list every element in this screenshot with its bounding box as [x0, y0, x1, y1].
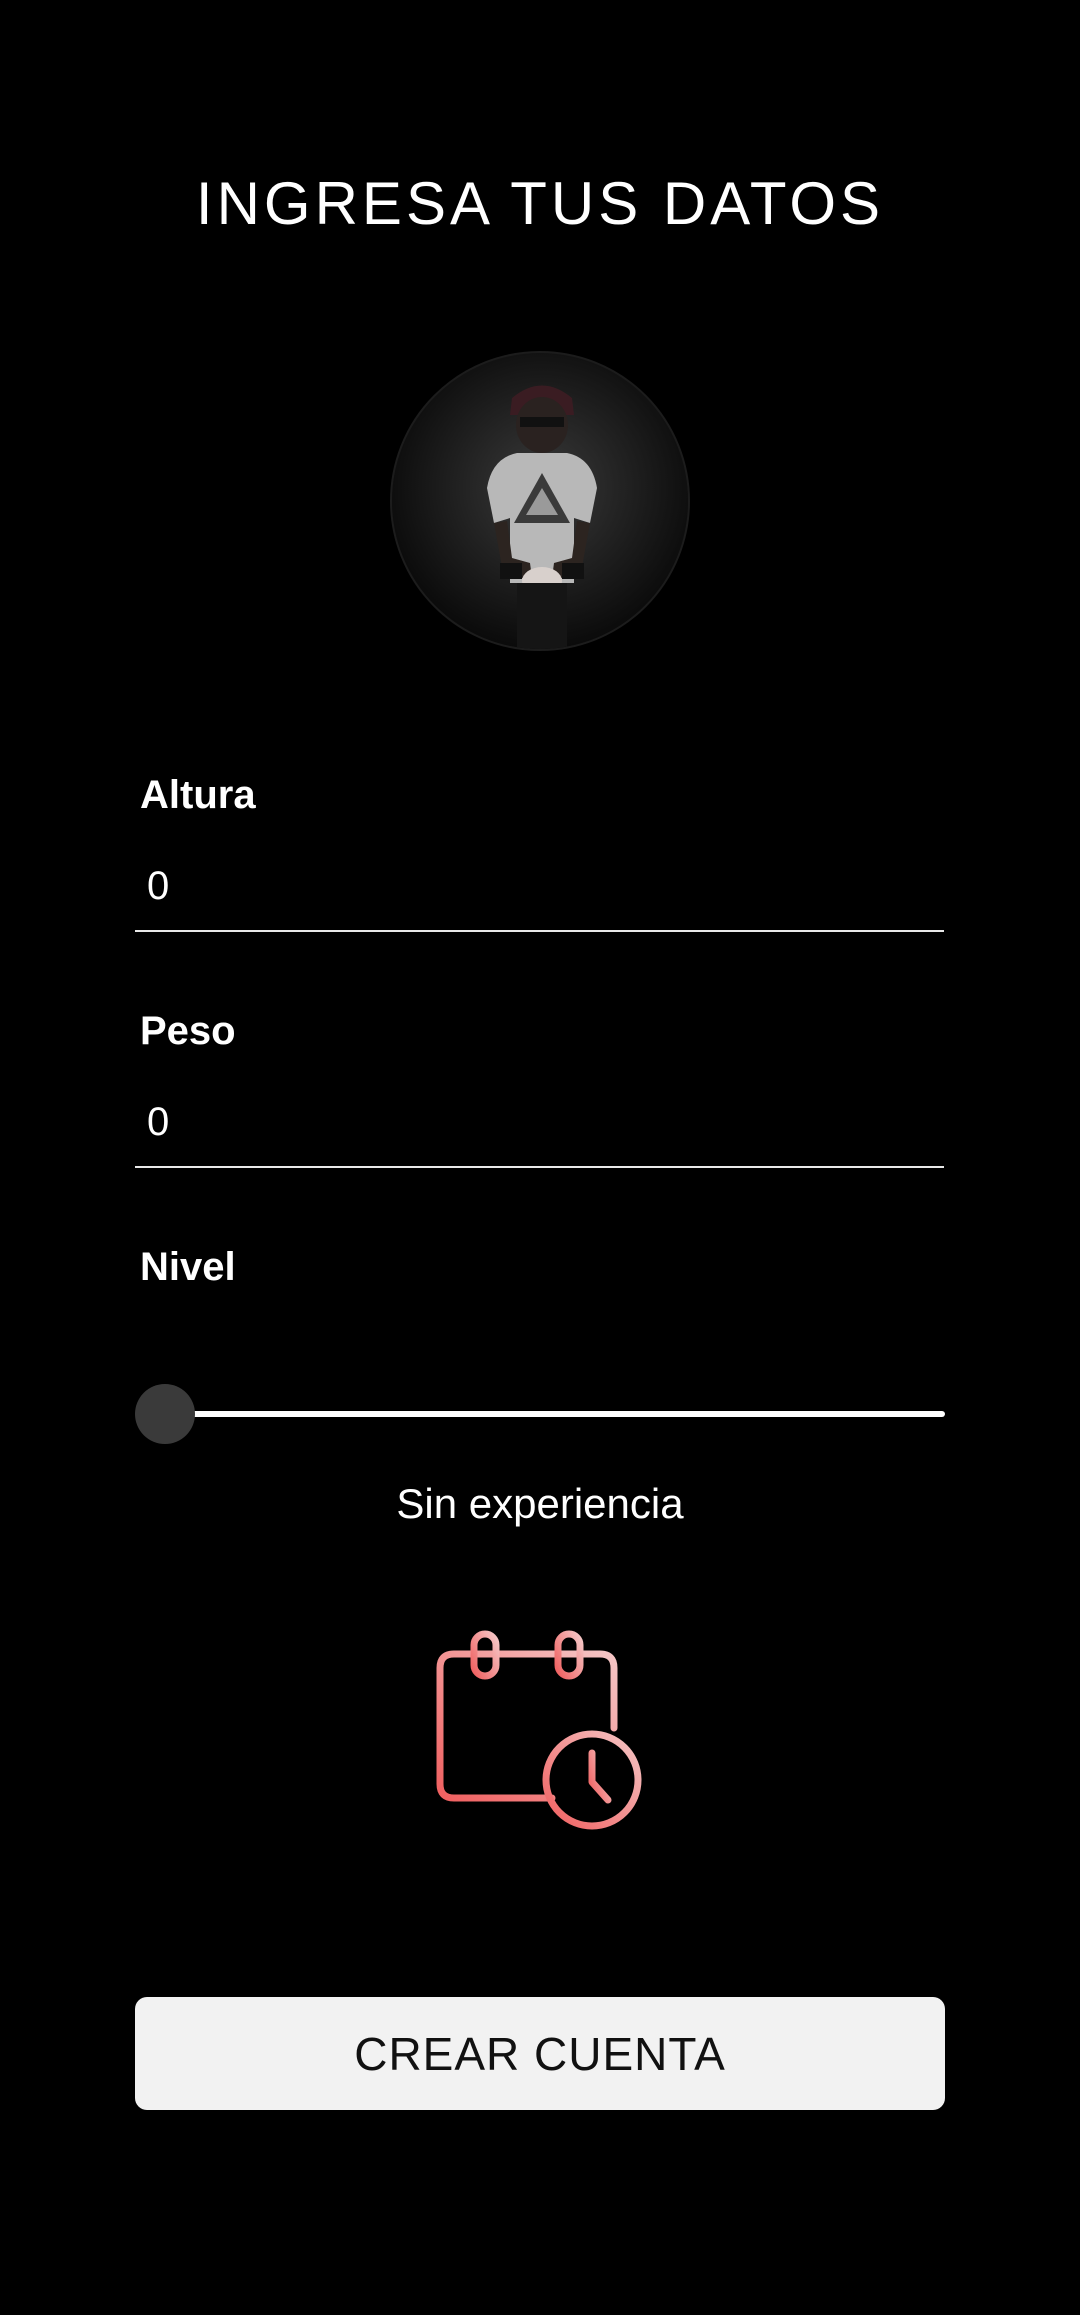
- level-slider[interactable]: [135, 1384, 945, 1444]
- height-label: Altura: [140, 773, 256, 817]
- height-input[interactable]: [135, 842, 944, 932]
- avatar[interactable]: [390, 351, 690, 651]
- slider-thumb[interactable]: [135, 1384, 195, 1444]
- page-title: INGRESA TUS DATOS: [195, 170, 885, 237]
- create-account-button[interactable]: CREAR CUENTA: [135, 1997, 945, 2110]
- calendar-clock-icon: [436, 1630, 642, 1830]
- slider-track[interactable]: [155, 1411, 945, 1417]
- person-photo-icon: [392, 353, 688, 649]
- level-label: Nivel: [140, 1245, 236, 1289]
- weight-label: Peso: [140, 1009, 236, 1053]
- weight-input[interactable]: [135, 1078, 944, 1168]
- level-value-text: Sin experiencia: [396, 1480, 684, 1527]
